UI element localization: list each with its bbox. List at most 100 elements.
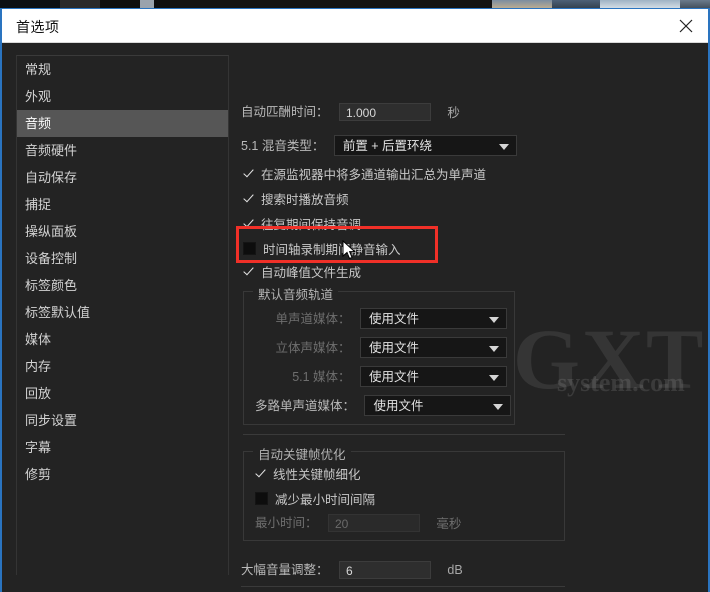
stereo-media-row: 立体声媒体： 使用文件 (255, 337, 507, 359)
sidebar-item-label: 回放 (25, 386, 52, 401)
minimum-time-input[interactable]: 20 (327, 513, 420, 532)
sidebar-item-label: 内存 (25, 359, 52, 374)
surround51-media-row: 5.1 媒体： 使用文件 (255, 366, 507, 388)
downmix-type-value: 前置 + 后置环绕 (342, 139, 433, 154)
checkbox-label: 时间轴录制期间静音输入 (263, 243, 401, 257)
sidebar-item-appearance[interactable]: 外观 (17, 83, 228, 110)
multichannel-mono-media-value: 使用文件 (373, 399, 424, 414)
chevron-down-icon (493, 403, 504, 410)
minimum-time-row: 最小时间： 20 毫秒 (255, 512, 461, 532)
watermark-secondary: system.com (557, 368, 685, 397)
divider-above-plugin-button (241, 586, 565, 587)
surround51-media-label: 5.1 媒体： (292, 370, 351, 384)
mono-media-value: 使用文件 (369, 312, 420, 327)
sidebar-item-label: 同步设置 (25, 413, 78, 428)
sidebar-item-label: 外观 (25, 89, 52, 104)
close-button[interactable] (664, 9, 708, 42)
checkbox-mute-input-during-timeline-recording[interactable]: 时间轴录制期间静音输入 (243, 239, 401, 258)
downmix-type-label: 5.1 混音类型： (241, 139, 325, 153)
close-icon (677, 17, 695, 35)
sidebar-item-audio[interactable]: 音频 (17, 110, 228, 137)
checkbox-label: 在源监视器中将多通道输出汇总为单声道 (261, 168, 487, 182)
sidebar-item-label: 媒体 (25, 332, 52, 347)
sidebar-item-device-control[interactable]: 设备控制 (17, 245, 228, 272)
divider-above-keyframe-group (243, 434, 565, 435)
sidebar-item-label: 标签默认值 (25, 305, 91, 320)
automatch-time-label: 自动匹酬时间： (241, 105, 329, 119)
multichannel-mono-media-row: 多路单声道媒体： 使用文件 (255, 395, 512, 417)
sidebar-item-playback[interactable]: 回放 (17, 380, 228, 407)
checkbox-linear-keyframe-thinning[interactable]: 线性关键帧细化 (255, 464, 361, 483)
automatch-time-row: 自动匹酬时间： 1.000 秒 (241, 101, 460, 121)
checkbox-indicator[interactable] (255, 468, 266, 479)
checkbox-play-audio-while-scrubbing[interactable]: 搜索时播放音频 (243, 189, 349, 208)
sidebar-item-label: 音频硬件 (25, 143, 78, 158)
mono-media-select[interactable]: 使用文件 (360, 308, 507, 330)
chevron-down-icon (489, 316, 499, 323)
sidebar-item-label: 标签颜色 (25, 278, 78, 293)
checkbox-sum-multichannel[interactable]: 在源监视器中将多通道输出汇总为单声道 (243, 164, 486, 183)
sidebar-item-label: 字幕 (25, 440, 52, 455)
sidebar-item-label: 自动保存 (25, 170, 78, 185)
sidebar-item-label-defaults[interactable]: 标签默认值 (17, 299, 228, 326)
sidebar-item-general[interactable]: 常规 (17, 56, 228, 83)
chevron-down-icon (489, 374, 499, 381)
default-audio-tracks-title: 默认音频轨道 (253, 284, 339, 303)
checkbox-indicator[interactable] (255, 492, 268, 505)
multichannel-mono-media-label: 多路单声道媒体： (255, 399, 356, 413)
minimum-time-units: 毫秒 (436, 517, 462, 532)
automatch-time-input[interactable]: 1.000 (338, 102, 431, 121)
watermark-primary: GXT网 (513, 311, 708, 407)
sidebar-item-capture[interactable]: 捕捉 (17, 191, 228, 218)
surround51-media-select[interactable]: 使用文件 (360, 366, 507, 388)
chevron-down-icon (489, 345, 499, 352)
title-bar: 首选项 (2, 9, 708, 43)
sidebar-item-label: 常规 (25, 62, 52, 77)
checkbox-indicator[interactable] (243, 266, 254, 277)
downmix-type-row: 5.1 混音类型： 前置 + 后置环绕 (241, 135, 517, 157)
sidebar-item-memory[interactable]: 内存 (17, 353, 228, 380)
sidebar-item-sync-settings[interactable]: 同步设置 (17, 407, 228, 434)
stereo-media-value: 使用文件 (369, 341, 420, 356)
checkbox-indicator[interactable] (243, 168, 254, 179)
checkbox-automatic-peak-file-generation[interactable]: 自动峰值文件生成 (243, 262, 361, 281)
chevron-down-icon (498, 143, 509, 150)
stereo-media-select[interactable]: 使用文件 (360, 337, 507, 359)
sidebar-item-auto-save[interactable]: 自动保存 (17, 164, 228, 191)
multichannel-mono-media-select[interactable]: 使用文件 (364, 395, 512, 417)
sidebar-item-label: 修剪 (25, 467, 52, 482)
sidebar-item-media[interactable]: 媒体 (17, 326, 228, 353)
window-title: 首选项 (16, 19, 60, 35)
audio-preferences-pane: GXT网 system.com 自动匹酬时间： 1.000 秒 5.1 混音类型… (235, 43, 708, 592)
checkbox-indicator[interactable] (243, 218, 254, 229)
stereo-media-label: 立体声媒体： (275, 341, 351, 355)
minimum-time-label: 最小时间： (255, 516, 318, 530)
watermark: GXT网 system.com (513, 288, 708, 413)
checkbox-label: 自动峰值文件生成 (261, 266, 362, 280)
sidebar-item-captions[interactable]: 字幕 (17, 434, 228, 461)
large-volume-adjustment-label: 大幅音量调整： (241, 563, 329, 577)
large-volume-adjustment-input[interactable]: 6 (338, 560, 431, 579)
checkbox-indicator[interactable] (243, 242, 256, 255)
preferences-category-list: 常规 外观 音频 音频硬件 自动保存 捕捉 操纵面板 设备控制 标签颜色 标签默… (16, 55, 229, 575)
auto-keyframe-optimization-title: 自动关键帧优化 (253, 444, 351, 463)
mono-media-row: 单声道媒体： 使用文件 (255, 308, 507, 330)
checkbox-label: 搜索时播放音频 (261, 193, 349, 207)
sidebar-item-label: 音频 (25, 116, 52, 131)
sidebar-item-audio-hardware[interactable]: 音频硬件 (17, 137, 228, 164)
checkbox-label: 往复期间保持音调 (261, 218, 362, 232)
sidebar-item-label-colors[interactable]: 标签颜色 (17, 272, 228, 299)
sidebar-item-label: 操纵面板 (25, 224, 78, 239)
large-volume-adjustment-row: 大幅音量调整： 6 dB (241, 559, 463, 579)
preferences-dialog: 首选项 常规 外观 音频 音频硬件 自动保存 捕捉 操纵面板 设备控制 标签颜色… (0, 8, 710, 592)
checkbox-minimum-time-interval-thinning[interactable]: 减少最小时间间隔 (255, 489, 375, 508)
checkbox-label: 线性关键帧细化 (273, 468, 361, 482)
checkbox-indicator[interactable] (243, 193, 254, 204)
sidebar-item-control-surface[interactable]: 操纵面板 (17, 218, 228, 245)
sidebar-item-trim[interactable]: 修剪 (17, 461, 228, 488)
large-volume-adjustment-units: dB (447, 562, 463, 577)
sidebar-item-label: 捕捉 (25, 197, 52, 212)
checkbox-maintain-pitch-while-shuttling[interactable]: 往复期间保持音调 (243, 214, 361, 233)
downmix-type-select[interactable]: 前置 + 后置环绕 (333, 135, 517, 157)
surround51-media-value: 使用文件 (369, 370, 420, 385)
